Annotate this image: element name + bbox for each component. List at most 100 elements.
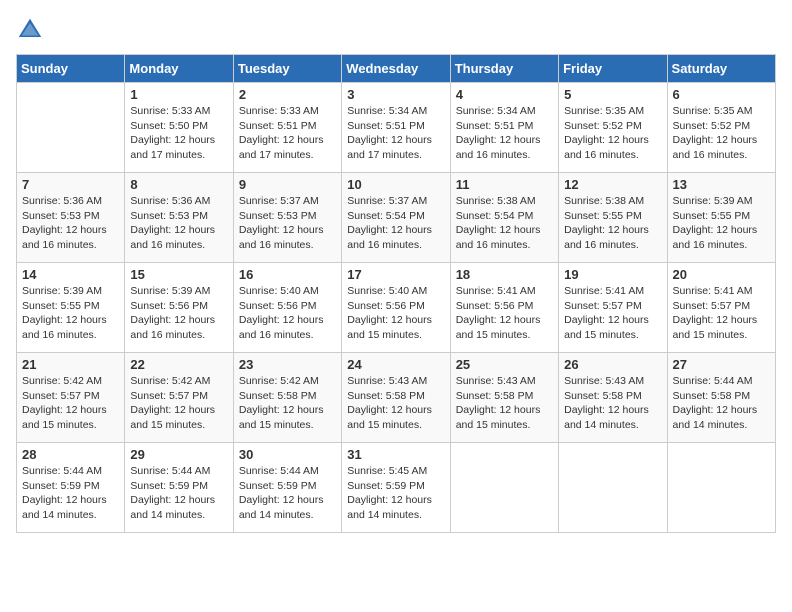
day-cell [667,443,775,533]
day-info: Sunrise: 5:36 AMSunset: 5:53 PMDaylight:… [130,194,227,253]
day-cell: 29 Sunrise: 5:44 AMSunset: 5:59 PMDayligh… [125,443,233,533]
day-info: Sunrise: 5:36 AMSunset: 5:53 PMDaylight:… [22,194,119,253]
day-info: Sunrise: 5:41 AMSunset: 5:57 PMDaylight:… [564,284,661,343]
day-info: Sunrise: 5:41 AMSunset: 5:57 PMDaylight:… [673,284,770,343]
day-number: 1 [130,87,227,102]
day-number: 13 [673,177,770,192]
day-cell: 16 Sunrise: 5:40 AMSunset: 5:56 PMDayligh… [233,263,341,353]
week-row-4: 21 Sunrise: 5:42 AMSunset: 5:57 PMDayligh… [17,353,776,443]
day-info: Sunrise: 5:44 AMSunset: 5:58 PMDaylight:… [673,374,770,433]
day-number: 5 [564,87,661,102]
day-cell: 30Sunrise: 5:44 AMSunset: 5:59 PMDayligh… [233,443,341,533]
day-cell: 12 Sunrise: 5:38 AMSunset: 5:55 PMDayligh… [559,173,667,263]
day-info: Sunrise: 5:42 AMSunset: 5:58 PMDaylight:… [239,374,336,433]
day-info: Sunrise: 5:42 AMSunset: 5:57 PMDaylight:… [22,374,119,433]
day-number: 21 [22,357,119,372]
day-cell: 31 Sunrise: 5:45 AMSunset: 5:59 PMDayligh… [342,443,450,533]
day-info: Sunrise: 5:38 AMSunset: 5:55 PMDaylight:… [564,194,661,253]
week-row-1: 1 Sunrise: 5:33 AMSunset: 5:50 PMDaylight… [17,83,776,173]
day-cell: 6 Sunrise: 5:35 AMSunset: 5:52 PMDaylight… [667,83,775,173]
week-row-2: 7 Sunrise: 5:36 AMSunset: 5:53 PMDaylight… [17,173,776,263]
day-number: 27 [673,357,770,372]
day-number: 11 [456,177,553,192]
day-number: 18 [456,267,553,282]
day-cell: 26Sunrise: 5:43 AMSunset: 5:58 PMDayligh… [559,353,667,443]
day-number: 6 [673,87,770,102]
logo [16,16,48,44]
day-number: 24 [347,357,444,372]
day-info: Sunrise: 5:39 AMSunset: 5:56 PMDaylight:… [130,284,227,343]
day-number: 15 [130,267,227,282]
day-cell: 3 Sunrise: 5:34 AMSunset: 5:51 PMDaylight… [342,83,450,173]
day-cell: 23Sunrise: 5:42 AMSunset: 5:58 PMDayligh… [233,353,341,443]
day-number: 17 [347,267,444,282]
day-number: 14 [22,267,119,282]
day-info: Sunrise: 5:43 AMSunset: 5:58 PMDaylight:… [347,374,444,433]
day-number: 4 [456,87,553,102]
day-cell: 17 Sunrise: 5:40 AMSunset: 5:56 PMDayligh… [342,263,450,353]
day-cell: 13 Sunrise: 5:39 AMSunset: 5:55 PMDayligh… [667,173,775,263]
day-cell [559,443,667,533]
day-cell: 28 Sunrise: 5:44 AMSunset: 5:59 PMDayligh… [17,443,125,533]
day-number: 22 [130,357,227,372]
day-info: Sunrise: 5:33 AMSunset: 5:51 PMDaylight:… [239,104,336,163]
day-number: 31 [347,447,444,462]
day-cell: 2 Sunrise: 5:33 AMSunset: 5:51 PMDaylight… [233,83,341,173]
header-cell-tuesday: Tuesday [233,55,341,83]
day-number: 16 [239,267,336,282]
header-cell-thursday: Thursday [450,55,558,83]
day-info: Sunrise: 5:43 AMSunset: 5:58 PMDaylight:… [456,374,553,433]
day-info: Sunrise: 5:40 AMSunset: 5:56 PMDaylight:… [239,284,336,343]
day-cell [17,83,125,173]
day-number: 30 [239,447,336,462]
day-number: 9 [239,177,336,192]
day-info: Sunrise: 5:38 AMSunset: 5:54 PMDaylight:… [456,194,553,253]
header-cell-monday: Monday [125,55,233,83]
day-cell: 1 Sunrise: 5:33 AMSunset: 5:50 PMDaylight… [125,83,233,173]
day-cell: 22 Sunrise: 5:42 AMSunset: 5:57 PMDayligh… [125,353,233,443]
header-cell-friday: Friday [559,55,667,83]
day-info: Sunrise: 5:39 AMSunset: 5:55 PMDaylight:… [22,284,119,343]
day-cell: 5 Sunrise: 5:35 AMSunset: 5:52 PMDaylight… [559,83,667,173]
week-row-5: 28 Sunrise: 5:44 AMSunset: 5:59 PMDayligh… [17,443,776,533]
day-info: Sunrise: 5:42 AMSunset: 5:57 PMDaylight:… [130,374,227,433]
day-info: Sunrise: 5:39 AMSunset: 5:55 PMDaylight:… [673,194,770,253]
day-number: 25 [456,357,553,372]
day-info: Sunrise: 5:44 AMSunset: 5:59 PMDaylight:… [22,464,119,523]
day-cell [450,443,558,533]
day-cell: 20 Sunrise: 5:41 AMSunset: 5:57 PMDayligh… [667,263,775,353]
day-number: 12 [564,177,661,192]
day-number: 28 [22,447,119,462]
page-header [16,16,776,44]
calendar-header: SundayMondayTuesdayWednesdayThursdayFrid… [17,55,776,83]
day-number: 10 [347,177,444,192]
day-info: Sunrise: 5:33 AMSunset: 5:50 PMDaylight:… [130,104,227,163]
day-info: Sunrise: 5:35 AMSunset: 5:52 PMDaylight:… [673,104,770,163]
day-info: Sunrise: 5:34 AMSunset: 5:51 PMDaylight:… [347,104,444,163]
day-cell: 15 Sunrise: 5:39 AMSunset: 5:56 PMDayligh… [125,263,233,353]
day-cell: 21 Sunrise: 5:42 AMSunset: 5:57 PMDayligh… [17,353,125,443]
day-info: Sunrise: 5:37 AMSunset: 5:54 PMDaylight:… [347,194,444,253]
header-cell-sunday: Sunday [17,55,125,83]
day-cell: 14 Sunrise: 5:39 AMSunset: 5:55 PMDayligh… [17,263,125,353]
day-number: 2 [239,87,336,102]
week-row-3: 14 Sunrise: 5:39 AMSunset: 5:55 PMDayligh… [17,263,776,353]
day-cell: 25 Sunrise: 5:43 AMSunset: 5:58 PMDayligh… [450,353,558,443]
day-info: Sunrise: 5:40 AMSunset: 5:56 PMDaylight:… [347,284,444,343]
day-cell: 9Sunrise: 5:37 AMSunset: 5:53 PMDaylight… [233,173,341,263]
day-number: 29 [130,447,227,462]
day-info: Sunrise: 5:34 AMSunset: 5:51 PMDaylight:… [456,104,553,163]
day-cell: 7 Sunrise: 5:36 AMSunset: 5:53 PMDaylight… [17,173,125,263]
header-cell-wednesday: Wednesday [342,55,450,83]
day-number: 3 [347,87,444,102]
day-number: 26 [564,357,661,372]
day-number: 19 [564,267,661,282]
day-number: 7 [22,177,119,192]
day-info: Sunrise: 5:45 AMSunset: 5:59 PMDaylight:… [347,464,444,523]
calendar-table: SundayMondayTuesdayWednesdayThursdayFrid… [16,54,776,533]
header-row: SundayMondayTuesdayWednesdayThursdayFrid… [17,55,776,83]
day-info: Sunrise: 5:35 AMSunset: 5:52 PMDaylight:… [564,104,661,163]
day-info: Sunrise: 5:44 AMSunset: 5:59 PMDaylight:… [130,464,227,523]
logo-icon [16,16,44,44]
day-number: 20 [673,267,770,282]
